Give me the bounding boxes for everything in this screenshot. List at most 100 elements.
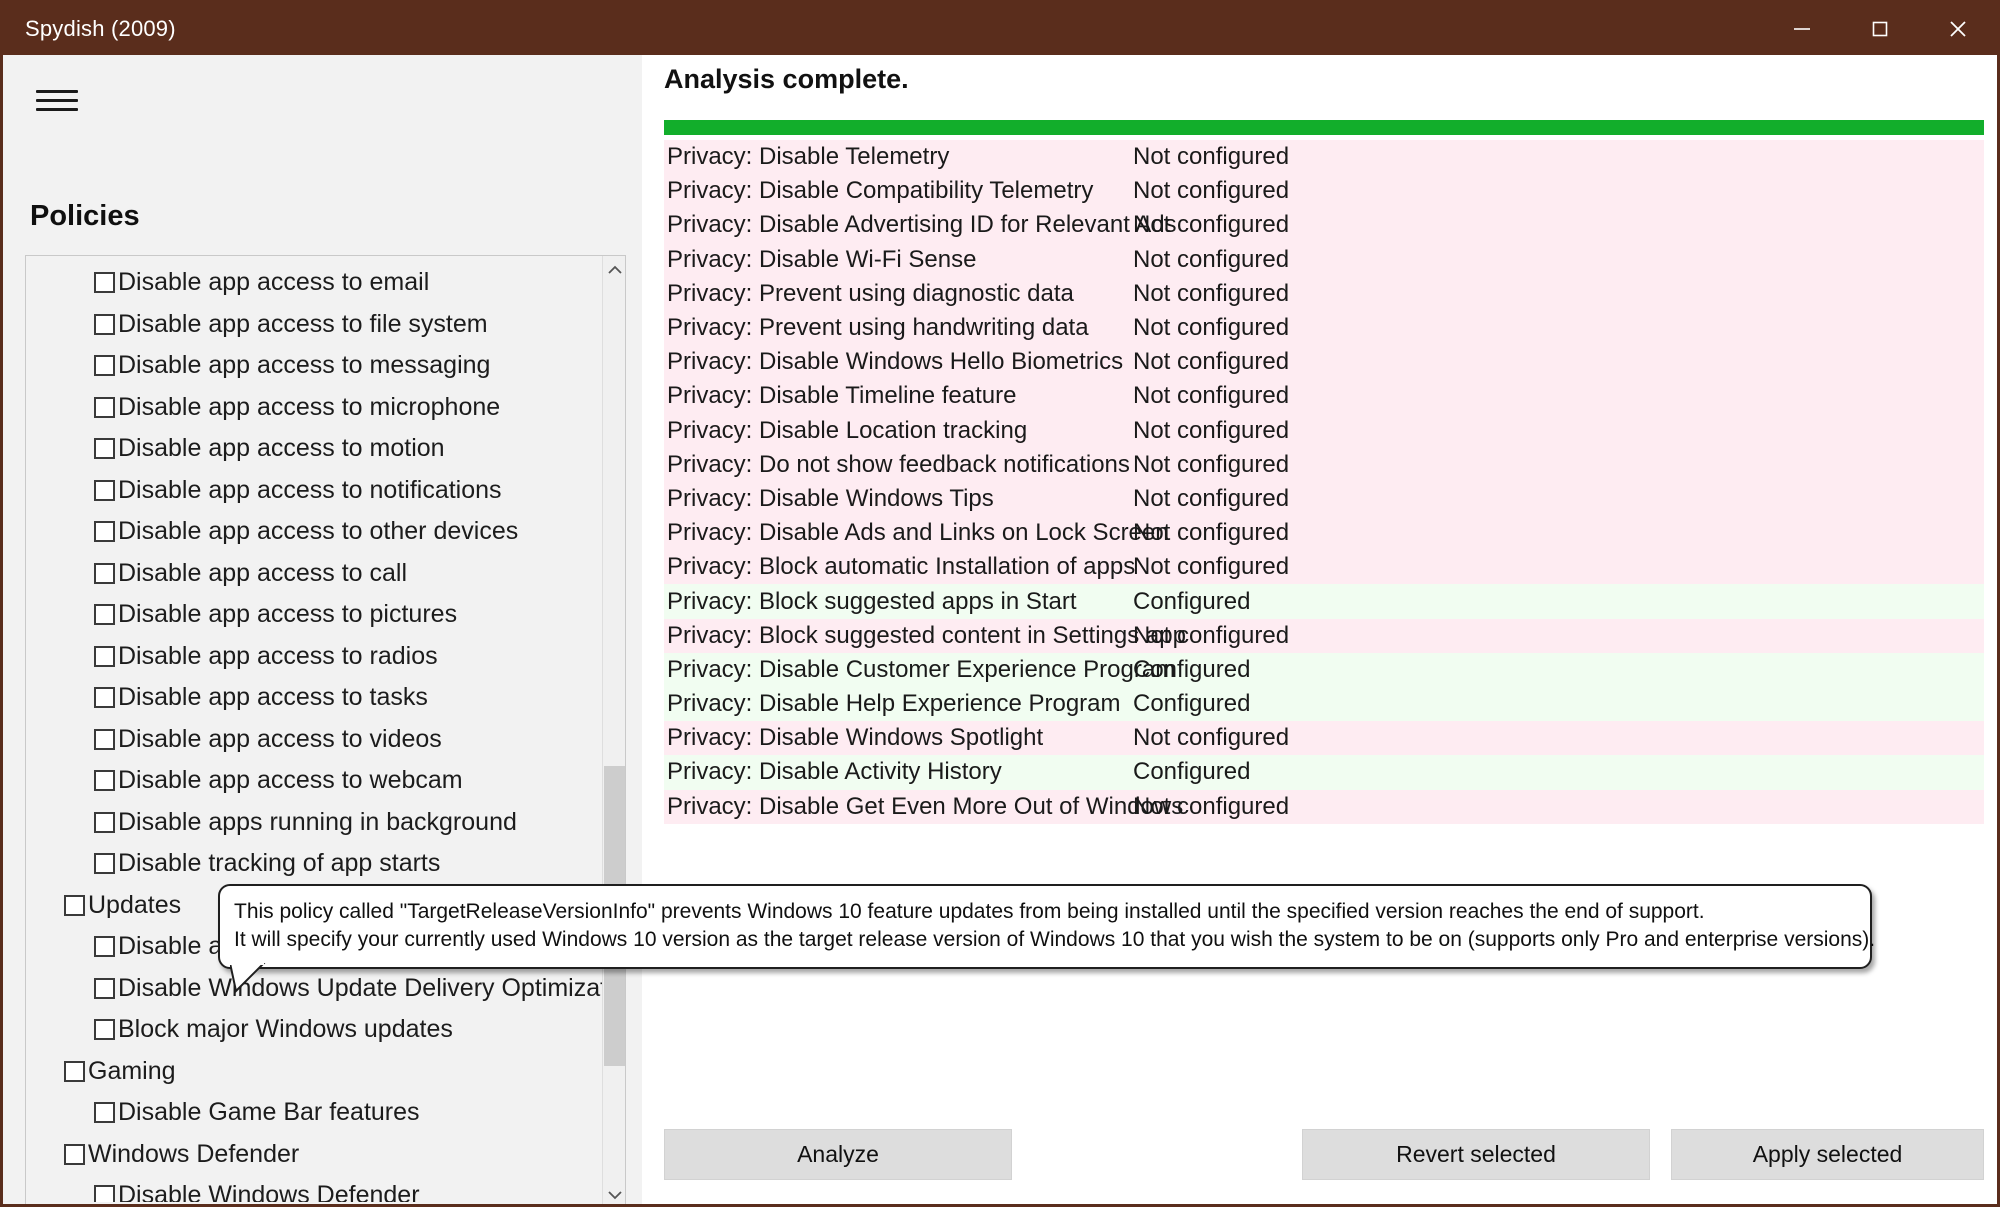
policy-label: Disable Windows Update Delivery Optimiza…: [118, 973, 603, 1002]
result-policy-name: Privacy: Block suggested apps in Start: [667, 587, 1077, 615]
policy-checkbox[interactable]: [94, 479, 115, 501]
title-bar: Spydish (2009): [3, 3, 1997, 55]
policy-label: Disable tracking of app starts: [118, 849, 441, 878]
policy-tree-item[interactable]: Disable Windows Update Delivery Optimiza…: [26, 968, 603, 1010]
policy-tree-item[interactable]: Disable app access to motion: [26, 428, 603, 470]
result-row[interactable]: Privacy: Disable Windows Hello Biometric…: [664, 345, 1984, 380]
policy-checkbox[interactable]: [64, 894, 85, 916]
revert-selected-button[interactable]: Revert selected: [1302, 1129, 1650, 1180]
result-row[interactable]: Privacy: Disable Get Even More Out of Wi…: [664, 789, 1984, 824]
policy-checkbox[interactable]: [94, 977, 115, 999]
result-row[interactable]: Privacy: Disable Wi-Fi Sense Not configur…: [664, 242, 1984, 277]
policy-label: Gaming: [88, 1056, 176, 1085]
policy-checkbox[interactable]: [94, 313, 115, 335]
policy-checkbox[interactable]: [94, 604, 115, 626]
policy-checkbox[interactable]: [94, 438, 115, 460]
policy-checkbox[interactable]: [94, 687, 115, 709]
scroll-down-button[interactable]: [603, 1181, 625, 1204]
result-status-badge: Not configured: [1133, 211, 1290, 239]
policy-tree-item[interactable]: Windows Defender: [26, 1134, 603, 1176]
result-policy-name: Privacy: Disable Wi-Fi Sense: [667, 245, 977, 273]
result-row[interactable]: Privacy: Disable Activity History Configu…: [664, 755, 1984, 790]
policy-checkbox[interactable]: [94, 728, 115, 750]
policy-tree-item[interactable]: Disable app access to microphone: [26, 387, 603, 429]
policy-checkbox[interactable]: [94, 811, 115, 833]
result-row[interactable]: Privacy: Disable Customer Experience Pro…: [664, 652, 1984, 687]
policy-checkbox[interactable]: [94, 645, 115, 667]
policy-label: Block major Windows updates: [118, 1015, 453, 1044]
result-policy-name: Privacy: Disable Compatibility Telemetry: [667, 177, 1094, 205]
result-row[interactable]: Privacy: Disable Telemetry Not configured: [664, 140, 1984, 175]
policy-checkbox[interactable]: [94, 936, 115, 958]
result-policy-name: Privacy: Disable Windows Tips: [667, 484, 994, 512]
policy-checkbox[interactable]: [94, 1019, 115, 1041]
policy-tree-item[interactable]: Disable tracking of app starts: [26, 843, 603, 885]
scroll-up-button[interactable]: [603, 256, 625, 284]
result-row[interactable]: Privacy: Disable Windows Tips Not configu…: [664, 481, 1984, 517]
result-row[interactable]: Privacy: Block automatic Installation of…: [664, 550, 1984, 585]
policy-tree-item[interactable]: Gaming: [26, 1051, 603, 1093]
result-policy-name: Privacy: Disable Advertising ID for Rele…: [667, 211, 1177, 239]
result-row[interactable]: Privacy: Disable Help Experience Program…: [664, 687, 1984, 722]
result-row[interactable]: Privacy: Disable Compatibility Telemetry…: [664, 174, 1984, 209]
result-row[interactable]: Privacy: Disable Windows Spotlight Not co…: [664, 721, 1984, 756]
maximize-button[interactable]: [1841, 3, 1919, 55]
result-row[interactable]: Privacy: Disable Timeline feature Not con…: [664, 379, 1984, 414]
close-button[interactable]: [1919, 3, 1997, 55]
result-status-badge: Not configured: [1133, 382, 1290, 410]
policy-tree-item[interactable]: Disable apps running in background: [26, 802, 603, 844]
tooltip-line-1: This policy called "TargetReleaseVersion…: [234, 900, 1705, 923]
policy-label: Disable app access to microphone: [118, 392, 501, 421]
policy-tree-item[interactable]: Disable app access to pictures: [26, 594, 603, 636]
result-row[interactable]: Privacy: Block suggested content in Sett…: [664, 618, 1984, 653]
result-row[interactable]: Privacy: Disable Ads and Links on Lock S…: [664, 516, 1984, 551]
close-icon: [1950, 21, 1966, 37]
policy-checkbox[interactable]: [94, 1102, 115, 1124]
result-row[interactable]: Privacy: Block suggested apps in Start Co…: [664, 584, 1984, 619]
policy-tree-item[interactable]: Disable Game Bar features: [26, 1092, 603, 1134]
policy-tree-item[interactable]: Disable app access to radios: [26, 636, 603, 678]
policy-tree-item[interactable]: Block major Windows updates: [26, 1009, 603, 1051]
apply-selected-button[interactable]: Apply selected: [1671, 1129, 1984, 1180]
policy-tree-item[interactable]: Disable app access to tasks: [26, 677, 603, 719]
policy-checkbox[interactable]: [94, 770, 115, 792]
result-row[interactable]: Privacy: Do not show feedback notificati…: [664, 447, 1984, 482]
result-row[interactable]: Privacy: Disable Location tracking Not co…: [664, 413, 1984, 448]
policy-label: Disable app access to videos: [118, 724, 442, 753]
result-policy-name: Privacy: Block automatic Installation of…: [667, 553, 1136, 581]
tree-vertical-scrollbar[interactable]: [602, 256, 625, 1204]
policy-checkbox[interactable]: [64, 1060, 85, 1082]
policy-checkbox[interactable]: [94, 272, 115, 294]
result-status-badge: Not configured: [1133, 553, 1290, 581]
analyze-button[interactable]: Analyze: [664, 1129, 1012, 1180]
hamburger-menu-icon[interactable]: [31, 80, 83, 124]
policy-tree-item[interactable]: Disable app access to file system: [26, 304, 603, 346]
policy-tree-item[interactable]: Disable Windows Defender: [26, 1175, 603, 1202]
result-status-badge: Not configured: [1133, 724, 1290, 752]
result-status-badge: Not configured: [1133, 314, 1290, 342]
policy-checkbox[interactable]: [94, 1185, 115, 1202]
policy-tree-item[interactable]: Disable app access to call: [26, 553, 603, 595]
policy-checkbox[interactable]: [94, 562, 115, 584]
policy-checkbox[interactable]: [94, 521, 115, 543]
application-window: Spydish (2009) Policies Disable app acce…: [0, 0, 2000, 1207]
policy-checkbox[interactable]: [94, 396, 115, 418]
policy-checkbox[interactable]: [94, 853, 115, 875]
policy-tree-item[interactable]: Disable app access to notifications: [26, 470, 603, 512]
result-policy-name: Privacy: Prevent using diagnostic data: [667, 279, 1074, 307]
policy-tree-item[interactable]: Disable app access to other devices: [26, 511, 603, 553]
result-row[interactable]: Privacy: Prevent using diagnostic data No…: [664, 276, 1984, 311]
result-status-badge: Configured: [1133, 758, 1251, 786]
result-row[interactable]: Privacy: Disable Advertising ID for Rele…: [664, 208, 1984, 243]
result-status-badge: Not configured: [1133, 621, 1290, 649]
policy-tree-item[interactable]: Disable app access to email: [26, 262, 603, 304]
result-row[interactable]: Privacy: Prevent using handwriting data N…: [664, 310, 1984, 346]
policy-tree-item[interactable]: Disable app access to webcam: [26, 760, 603, 802]
policy-checkbox[interactable]: [94, 355, 115, 377]
policy-tree-item[interactable]: Disable app access to messaging: [26, 345, 603, 387]
policy-checkbox[interactable]: [64, 1143, 85, 1165]
policy-label: Disable app access to messaging: [118, 351, 491, 380]
policy-tree-item[interactable]: Disable app access to videos: [26, 719, 603, 761]
minimize-button[interactable]: [1763, 3, 1841, 55]
progress-bar: [664, 120, 1984, 135]
